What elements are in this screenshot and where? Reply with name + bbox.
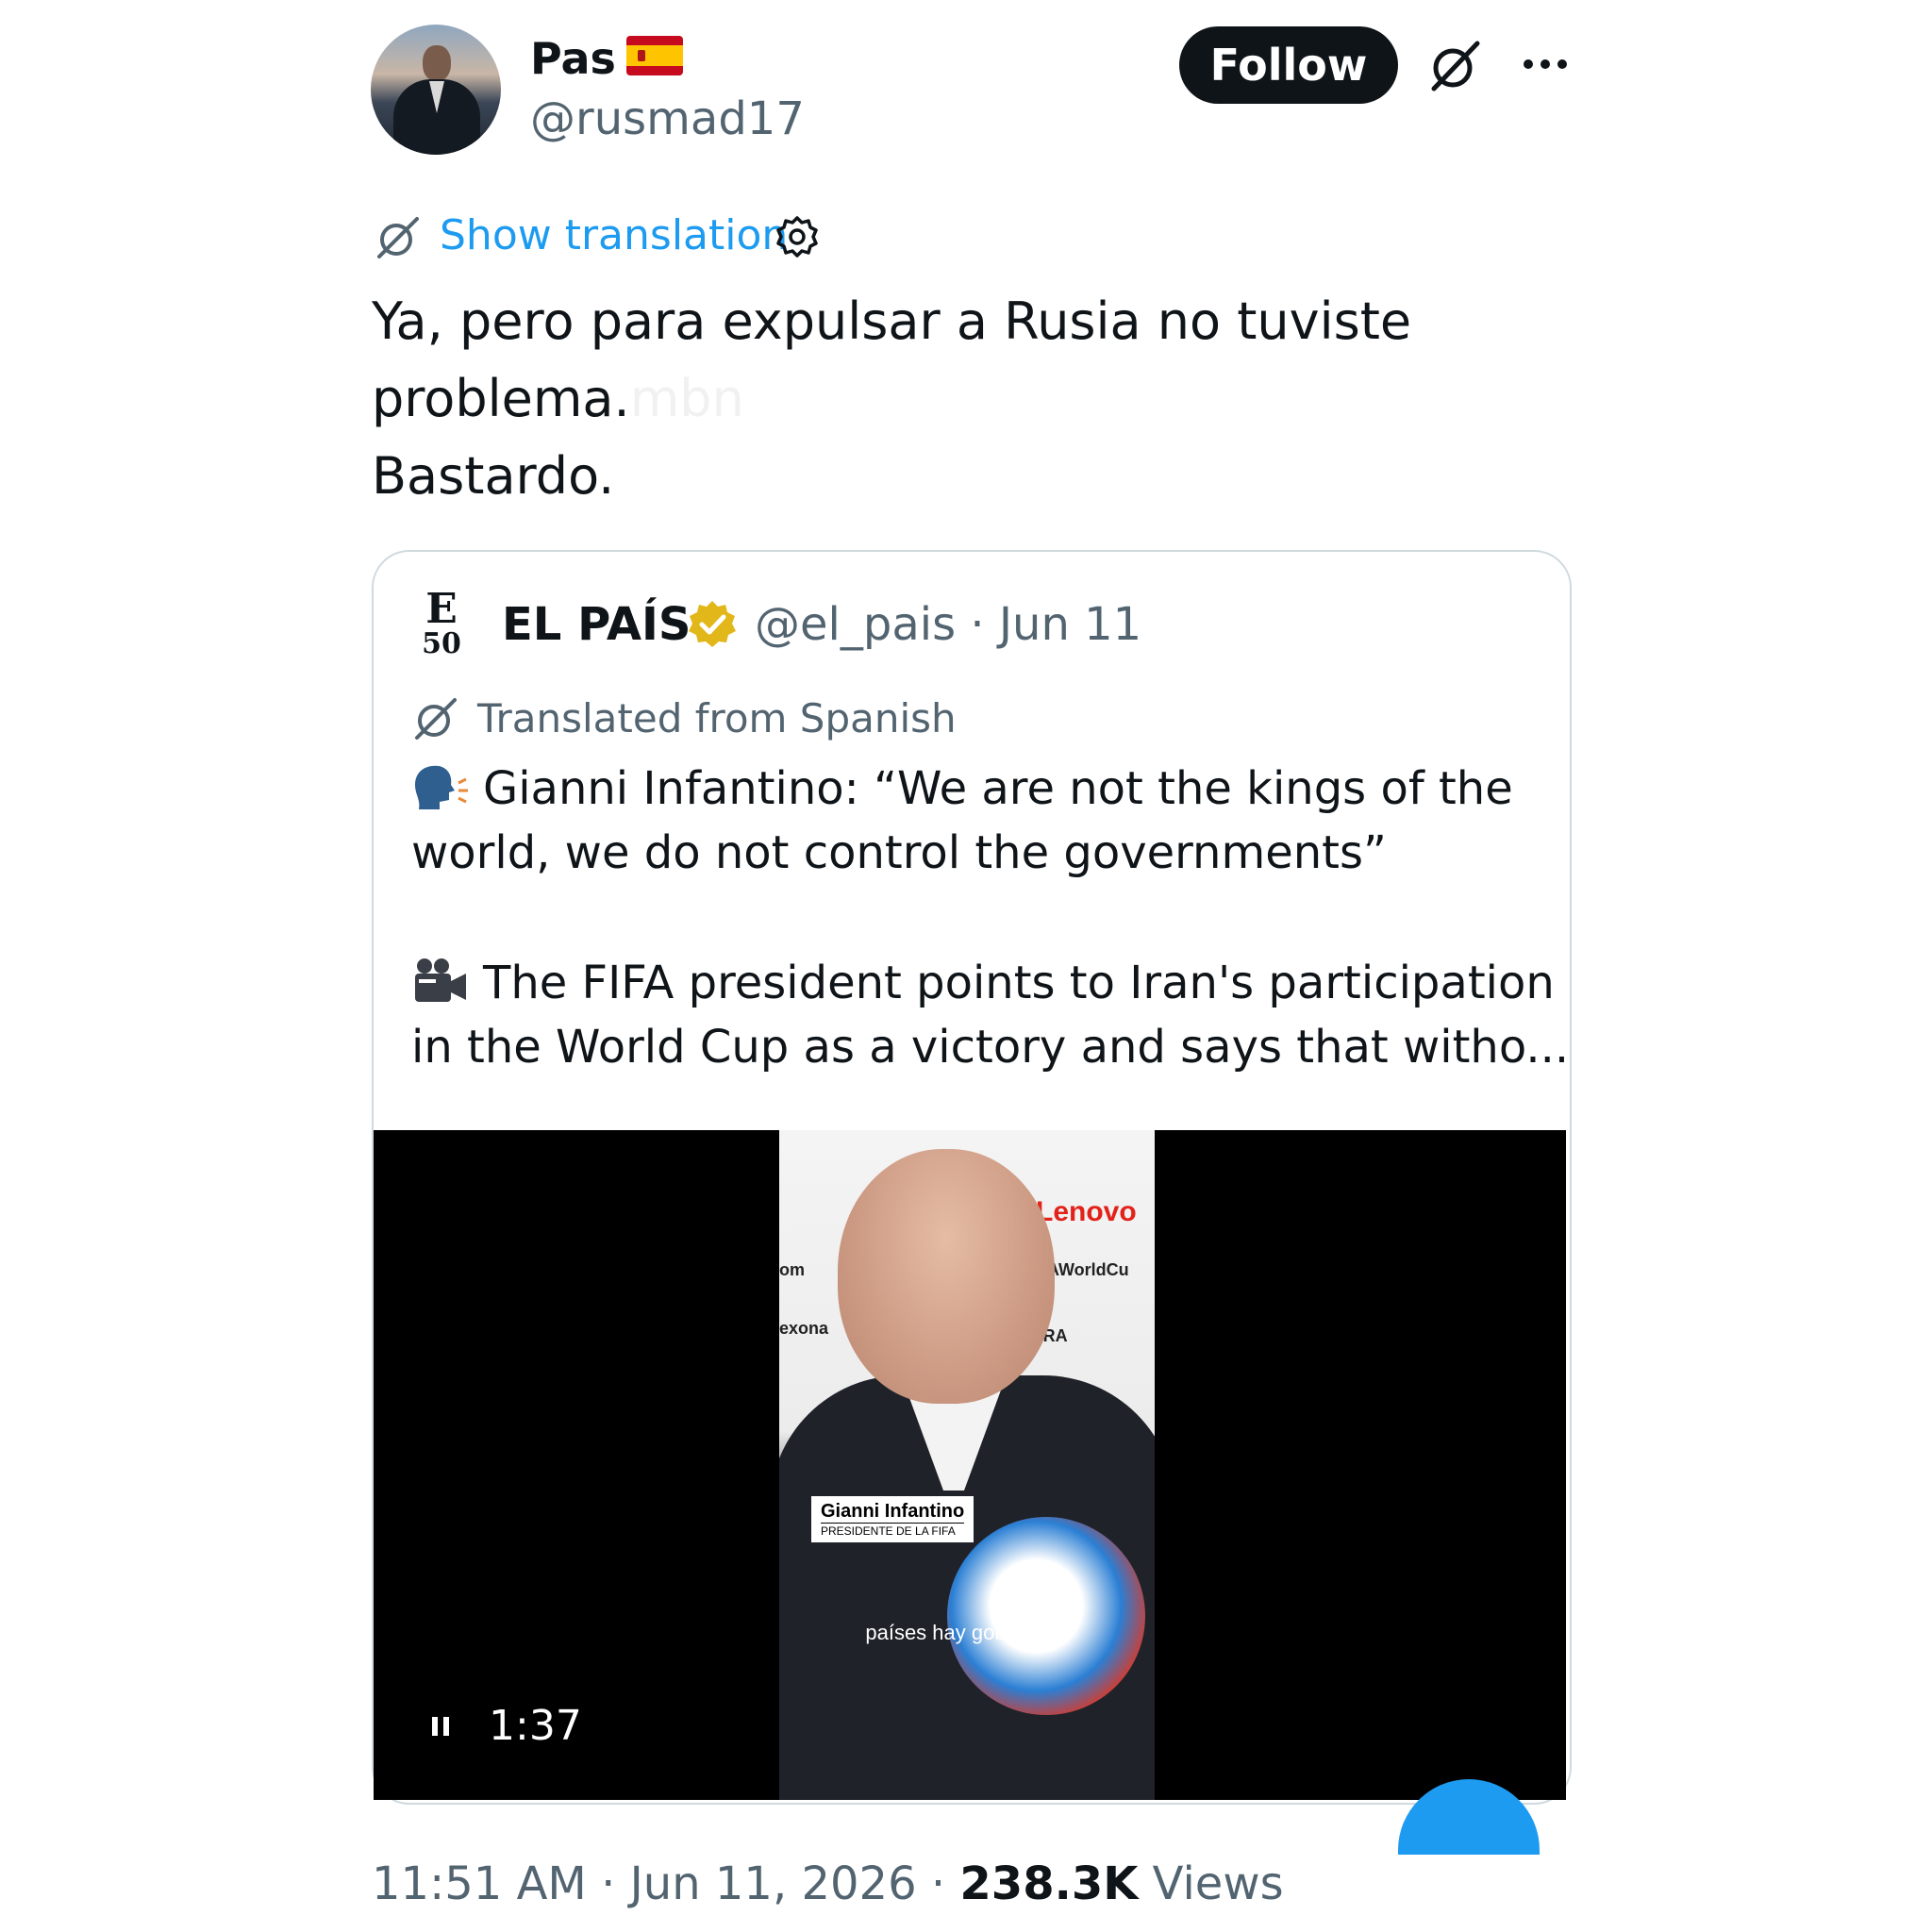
quoted-handle-date[interactable]: @el_pais · Jun 11 bbox=[755, 596, 1141, 653]
quoted-line: world, we do not control the governments… bbox=[411, 826, 1387, 879]
quoted-tweet-text: Gianni Infantino: “We are not the kings … bbox=[411, 757, 1570, 1079]
sponsor-board: Lenovo bbox=[1036, 1196, 1137, 1227]
tweet-line: Ya, pero para expulsar a Rusia no tuvist… bbox=[372, 291, 1412, 351]
avatar[interactable] bbox=[371, 25, 501, 155]
spain-flag-icon bbox=[626, 36, 683, 75]
video-duration: 1:37 bbox=[489, 1702, 582, 1750]
speaking-head-icon bbox=[415, 765, 468, 809]
movie-camera-icon bbox=[415, 958, 466, 1002]
video-subtitle: países hay gobiernos. bbox=[865, 1621, 1069, 1644]
translated-from-label: Translated from Spanish bbox=[477, 695, 957, 741]
verified-badge-icon bbox=[689, 601, 736, 647]
football-image bbox=[947, 1517, 1145, 1715]
lower-third: Gianni Infantino PRESIDENTE DE LA FIFA bbox=[811, 1496, 974, 1542]
author-name[interactable]: Pas bbox=[530, 30, 616, 87]
views-label: Views bbox=[1138, 1857, 1284, 1910]
quoted-line: The FIFA president points to Iran's part… bbox=[411, 951, 1555, 1015]
sponsor-board: om bbox=[779, 1260, 805, 1279]
grok-icon[interactable] bbox=[1426, 38, 1483, 94]
quoted-author-name[interactable]: EL PAÍS bbox=[502, 596, 691, 653]
pause-icon[interactable] bbox=[430, 1713, 453, 1740]
follow-button[interactable]: Follow bbox=[1179, 26, 1398, 104]
quoted-line: in the World Cup as a victory and says t… bbox=[411, 1021, 1570, 1074]
grok-translate-icon bbox=[377, 217, 419, 258]
video-frame: Lenovo FIFAWorldCu om exona ULTRA Gianni… bbox=[779, 1130, 1155, 1800]
views-count: 238.3K bbox=[959, 1857, 1139, 1910]
el-pais-logo: E 50 bbox=[422, 585, 461, 660]
grok-translate-icon bbox=[415, 698, 457, 740]
show-translation-link[interactable]: Show translation bbox=[440, 208, 788, 264]
tweet-text: Ya, pero para expulsar a Rusia no tuvist… bbox=[372, 283, 1598, 515]
gear-icon[interactable] bbox=[774, 213, 821, 260]
sponsor-board: exona bbox=[779, 1319, 829, 1338]
tweet-line: Bastardo. bbox=[372, 446, 615, 506]
tweet-metadata: 11:51 AM · Jun 11, 2026 · 238.3K Views bbox=[372, 1851, 1284, 1917]
watermark: mbn bbox=[629, 369, 744, 428]
more-horizontal-icon[interactable] bbox=[1521, 45, 1570, 83]
tweet-line: problema.mbn bbox=[372, 369, 744, 428]
quoted-line: Gianni Infantino: “We are not the kings … bbox=[411, 757, 1543, 821]
author-handle[interactable]: @rusmad17 bbox=[530, 91, 805, 147]
timestamp[interactable]: 11:51 AM · Jun 11, 2026 · bbox=[372, 1857, 959, 1910]
